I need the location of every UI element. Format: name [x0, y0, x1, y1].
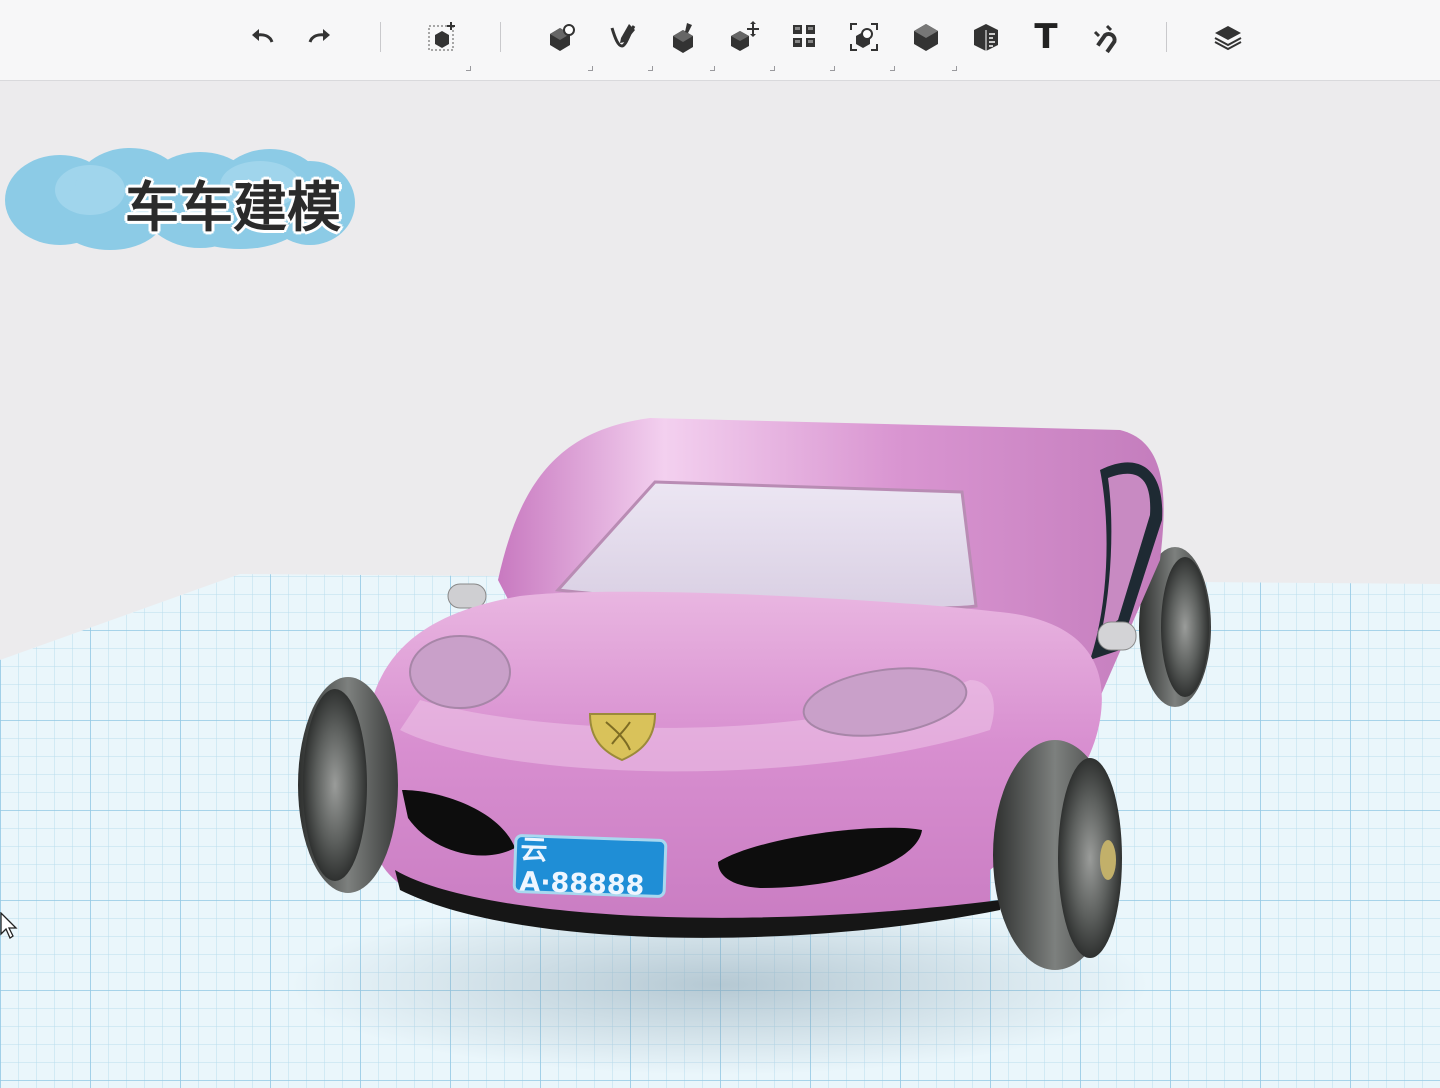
measure-icon	[974, 24, 998, 51]
sketch-button[interactable]	[540, 14, 584, 60]
group-icon	[850, 23, 878, 51]
magnet-button[interactable]	[1084, 14, 1128, 60]
solid-icon	[914, 24, 938, 51]
magnet-icon	[1093, 24, 1117, 54]
front-right-wheel	[993, 740, 1122, 970]
3d-viewport[interactable]: 车车建模 云A·88888	[0, 81, 1440, 1088]
redo-icon	[308, 29, 330, 43]
edit-curve-icon	[610, 24, 636, 48]
material-icon	[1214, 26, 1242, 51]
measure-button[interactable]	[964, 14, 1008, 60]
undo-icon	[252, 29, 274, 43]
text-button[interactable]: T	[1024, 14, 1068, 60]
toolbar-divider	[500, 22, 501, 52]
paint-icon	[673, 23, 693, 53]
group-button[interactable]	[842, 14, 886, 60]
pattern-button[interactable]	[782, 14, 826, 60]
move-button[interactable]	[722, 14, 766, 60]
add-primitive-button[interactable]	[420, 14, 464, 60]
add-primitive-icon	[428, 22, 455, 51]
toolbar-divider	[1166, 22, 1167, 52]
mouse-cursor-icon	[0, 912, 18, 939]
toolbar-divider	[380, 22, 381, 52]
paint-button[interactable]	[662, 14, 706, 60]
side-mirror-right	[1097, 621, 1137, 651]
text-icon: T	[1034, 17, 1058, 57]
material-button[interactable]	[1206, 14, 1250, 60]
license-plate-text: 云A·88888	[518, 834, 645, 902]
sketch-icon	[550, 24, 575, 51]
front-left-wheel	[298, 677, 398, 893]
side-mirror-left	[447, 583, 487, 609]
video-title: 车车建模	[125, 176, 341, 239]
solid-button[interactable]	[904, 14, 948, 60]
top-toolbar: T	[0, 0, 1440, 81]
pattern-icon	[793, 25, 815, 47]
edit-curve-button[interactable]	[602, 14, 646, 60]
undo-button[interactable]	[240, 14, 284, 60]
move-icon	[731, 21, 759, 51]
redo-button[interactable]	[298, 14, 342, 60]
headlight-left	[409, 635, 511, 709]
